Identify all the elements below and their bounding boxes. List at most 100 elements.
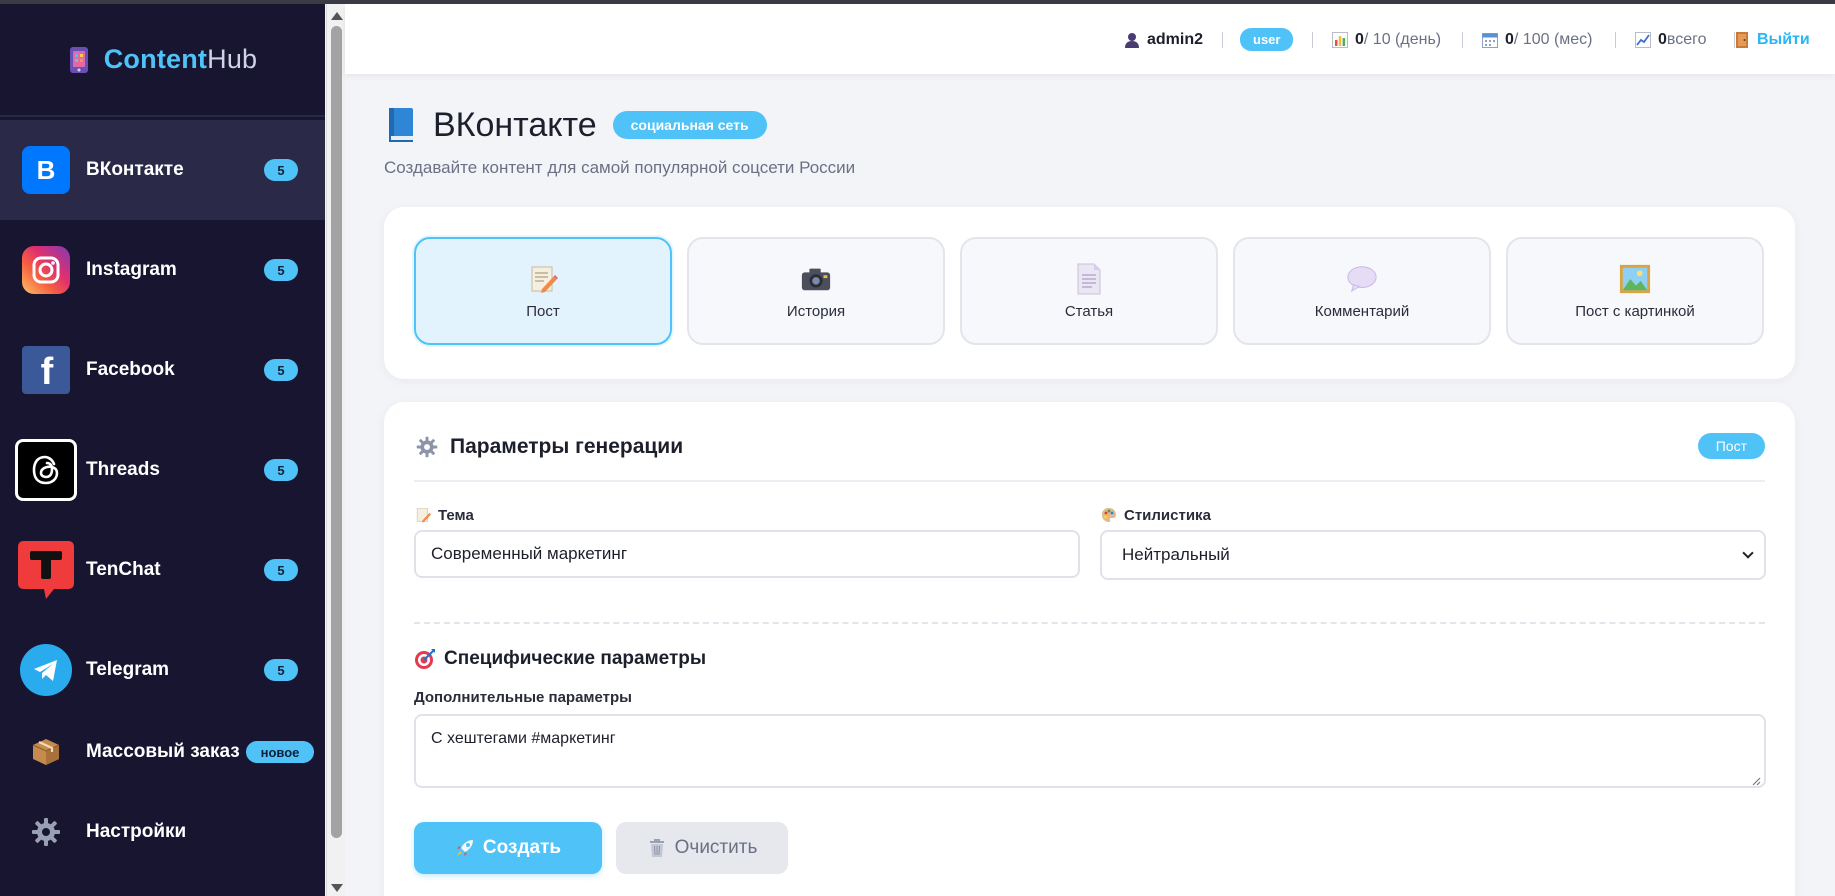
logo[interactable]: ContentHub	[0, 4, 325, 117]
content-type-selector: Пост История Статья Комментарий Пост с к…	[384, 207, 1795, 379]
dashed-divider	[414, 622, 1765, 624]
document-icon	[1073, 263, 1105, 295]
sidebar-item-label: Facebook	[86, 359, 175, 380]
topic-value: Современный маркетинг	[431, 544, 628, 563]
scrollbar-thumb[interactable]	[331, 26, 342, 838]
count-badge: 5	[264, 559, 298, 581]
sidebar-item-label: ВКонтакте	[86, 159, 184, 180]
logout-link[interactable]: Выйти	[1733, 28, 1810, 52]
create-button[interactable]: Создать	[414, 822, 602, 874]
sidebar: ContentHub В ВКонтакте 5 Instagram 5 f F…	[0, 4, 325, 896]
extra-params-label: Дополнительные параметры	[414, 689, 632, 706]
sidebar-item-label: Настройки	[86, 821, 187, 842]
user-info: admin2	[1123, 28, 1203, 52]
target-icon	[414, 646, 436, 672]
svg-text:В: В	[37, 155, 56, 185]
separator	[1312, 32, 1313, 48]
scroll-down-arrow-icon[interactable]	[331, 884, 343, 892]
count-badge: 5	[264, 659, 298, 681]
sidebar-item-label: Telegram	[86, 659, 170, 680]
extra-params-label-text: Дополнительные параметры	[414, 689, 632, 706]
trending-up-chart-icon	[1634, 31, 1652, 49]
monthly-used: 0	[1505, 31, 1514, 48]
sidebar-item-bulk-order[interactable]: Массовый заказ новое	[0, 712, 325, 792]
clear-button[interactable]: Очистить	[616, 822, 788, 874]
sidebar-item-instagram[interactable]: Instagram 5	[0, 220, 325, 320]
style-value: Нейтральный	[1122, 545, 1230, 564]
content-type-comment[interactable]: Комментарий	[1233, 237, 1491, 345]
style-label-text: Стилистика	[1124, 506, 1211, 524]
top-bar: admin2 user 0 / 10 (день) 0 / 100 (мес) …	[345, 4, 1835, 74]
monthly-usage: 0 / 100 (мес)	[1481, 28, 1593, 52]
daily-limit: / 10 (день)	[1363, 31, 1442, 48]
category-badge: социальная сеть	[612, 111, 767, 139]
role-badge: user	[1240, 27, 1294, 51]
gear-icon	[28, 814, 64, 850]
logout-label: Выйти	[1757, 31, 1810, 48]
content-type-post[interactable]: Пост	[414, 237, 672, 345]
page-subtitle: Создавайте контент для самой популярной …	[384, 158, 856, 177]
daily-used: 0	[1355, 31, 1364, 48]
logo-text-content: Content	[103, 44, 208, 74]
content-type-label: Статья	[1064, 302, 1114, 320]
content-type-label: Пост	[526, 302, 560, 320]
threads-icon	[15, 439, 77, 501]
user-icon	[1123, 31, 1141, 49]
svg-text:f: f	[41, 352, 54, 388]
create-button-label: Создать	[482, 837, 562, 858]
separator	[1615, 32, 1616, 48]
sidebar-item-telegram[interactable]: Telegram 5	[0, 620, 325, 720]
memo-icon	[527, 263, 559, 295]
facebook-icon: f	[22, 346, 70, 394]
calendar-icon	[1481, 31, 1499, 49]
blue-book-icon	[385, 106, 417, 144]
vk-icon: В	[22, 146, 70, 194]
chevron-down-icon	[1742, 547, 1754, 559]
separator	[1222, 32, 1223, 48]
page-title-text: ВКонтакте	[433, 105, 597, 144]
style-select[interactable]: Нейтральный	[1100, 530, 1766, 580]
rocket-icon	[455, 838, 475, 858]
new-badge: новое	[246, 741, 314, 763]
door-icon	[1733, 31, 1751, 49]
camera-icon	[800, 263, 832, 295]
resize-handle-icon[interactable]	[1751, 773, 1761, 786]
generation-params-panel: Параметры генерации Пост Тема Современны…	[384, 402, 1795, 896]
separator	[1462, 32, 1463, 48]
logo-text-hub: Hub	[207, 44, 258, 74]
package-icon	[28, 734, 64, 770]
scroll-up-arrow-icon[interactable]	[331, 12, 343, 20]
content-type-article[interactable]: Статья	[960, 237, 1218, 345]
daily-usage: 0 / 10 (день)	[1331, 28, 1441, 52]
sidebar-item-label: Instagram	[86, 259, 177, 280]
total-label: всего	[1666, 31, 1707, 48]
divider	[414, 480, 1765, 482]
sidebar-item-facebook[interactable]: f Facebook 5	[0, 320, 325, 420]
content-type-label: История	[786, 302, 846, 320]
mode-badge: Пост	[1697, 433, 1765, 459]
sidebar-scrollbar[interactable]	[326, 4, 345, 896]
content-type-story[interactable]: История	[687, 237, 945, 345]
sidebar-item-threads[interactable]: Threads 5	[0, 420, 325, 520]
main-content: admin2 user 0 / 10 (день) 0 / 100 (мес) …	[345, 4, 1835, 896]
style-label: Стилистика	[1100, 506, 1211, 524]
instagram-icon	[22, 246, 70, 294]
total-count: 0	[1658, 31, 1667, 48]
sidebar-item-settings[interactable]: Настройки	[0, 792, 325, 872]
sidebar-item-label: Массовый заказ	[86, 741, 240, 762]
monthly-limit: / 100 (мес)	[1513, 31, 1593, 48]
count-badge: 5	[264, 159, 298, 181]
tenchat-icon	[14, 538, 78, 602]
picture-icon	[1619, 263, 1651, 295]
sidebar-item-tenchat[interactable]: TenChat 5	[0, 520, 325, 620]
sidebar-item-vk[interactable]: В ВКонтакте 5	[0, 120, 325, 220]
topic-label: Тема	[414, 506, 474, 524]
memo-icon	[414, 506, 432, 524]
role-info: user	[1240, 27, 1294, 51]
palette-icon	[1100, 506, 1118, 524]
topic-input[interactable]: Современный маркетинг	[414, 530, 1080, 578]
count-badge: 5	[264, 259, 298, 281]
extra-params-textarea[interactable]: С хештегами #маркетинг	[414, 714, 1766, 788]
content-type-post-with-image[interactable]: Пост с картинкой	[1506, 237, 1764, 345]
gear-icon	[414, 434, 440, 460]
